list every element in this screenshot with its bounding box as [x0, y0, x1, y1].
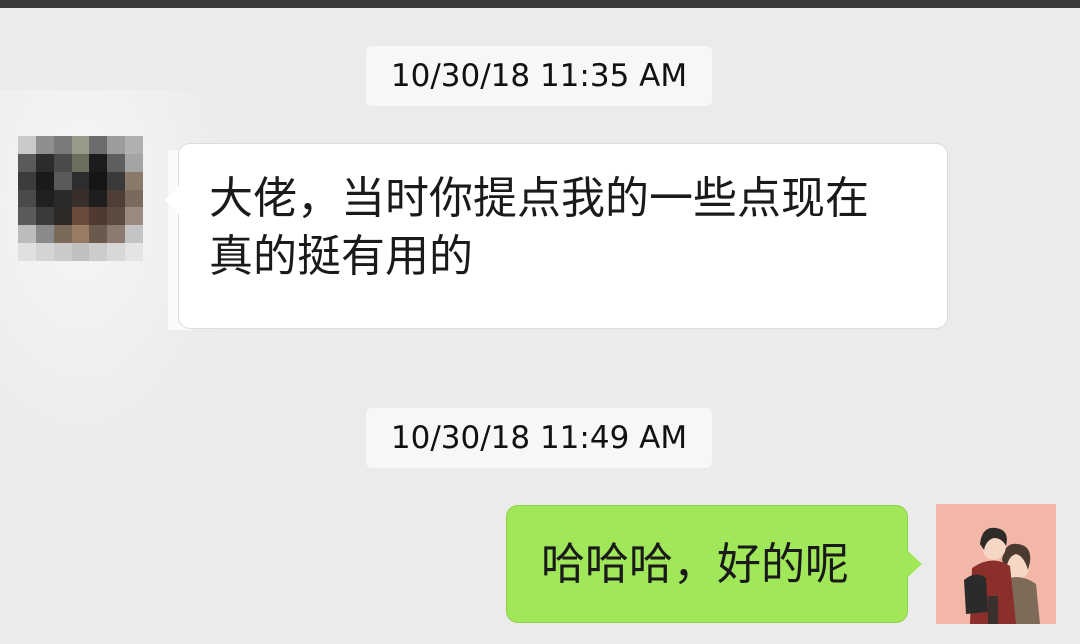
- avatar[interactable]: [936, 504, 1056, 624]
- pixel-block: [89, 153, 108, 172]
- pixel-block: [71, 189, 90, 208]
- pixel-block: [18, 153, 36, 172]
- cartoon-couple-avatar-image: [936, 504, 1056, 624]
- pixel-block: [53, 136, 72, 154]
- pixel-block: [89, 189, 108, 208]
- pixel-block: [89, 136, 108, 154]
- pixel-block: [53, 171, 72, 190]
- pixel-block: [125, 243, 143, 261]
- pixel-block: [35, 171, 54, 190]
- bubble-tail: [165, 186, 179, 214]
- pixel-block: [35, 225, 54, 244]
- pixel-block: [53, 189, 72, 208]
- pixel-block: [35, 207, 54, 226]
- pixel-block: [71, 153, 90, 172]
- message-text-line: 大佬，当时你提点我的一些点现在: [209, 173, 869, 224]
- pixel-block: [89, 207, 108, 226]
- pixel-block: [125, 189, 143, 208]
- pixel-block: [35, 153, 54, 172]
- pixel-block: [125, 207, 143, 226]
- pixel-block: [125, 171, 143, 190]
- pixel-block: [35, 136, 54, 154]
- pixel-block: [125, 136, 143, 154]
- message-text-line: 哈哈哈，好的呢: [541, 539, 849, 590]
- pixel-block: [107, 153, 126, 172]
- pixel-block: [18, 171, 36, 190]
- pixel-block: [71, 136, 90, 154]
- pixel-block: [35, 243, 54, 261]
- pixel-block: [107, 207, 126, 226]
- pixel-block: [89, 225, 108, 244]
- avatar[interactable]: [18, 136, 143, 261]
- outgoing-message-bubble[interactable]: 哈哈哈，好的呢: [506, 505, 922, 623]
- pixel-block: [53, 225, 72, 244]
- pixel-block: [107, 171, 126, 190]
- pixel-block: [107, 243, 126, 261]
- pixel-block: [35, 189, 54, 208]
- pixel-block: [125, 153, 143, 172]
- pixel-block: [71, 225, 90, 244]
- status-bar: [0, 0, 1080, 8]
- pixelated-avatar-image: [18, 136, 143, 261]
- pixel-block: [107, 189, 126, 208]
- pixel-block: [18, 225, 36, 244]
- pixel-block: [18, 189, 36, 208]
- message-timestamp: 10/30/18 11:35 AM: [366, 46, 712, 106]
- pixel-block: [53, 243, 72, 261]
- message-timestamp: 10/30/18 11:49 AM: [366, 408, 712, 468]
- pixel-block: [71, 243, 90, 261]
- pixel-block: [89, 243, 108, 261]
- message-text-line: 真的挺有用的: [209, 231, 473, 282]
- pixel-block: [107, 225, 126, 244]
- incoming-message-bubble[interactable]: 大佬，当时你提点我的一些点现在 真的挺有用的: [165, 143, 948, 329]
- pixel-block: [71, 171, 90, 190]
- pixel-block: [71, 207, 90, 226]
- pixel-block: [89, 171, 108, 190]
- pixel-block: [18, 243, 36, 261]
- pixel-block: [18, 136, 36, 154]
- pixel-block: [18, 207, 36, 226]
- bubble-tail: [907, 550, 922, 578]
- pixel-block: [125, 225, 143, 244]
- pixel-block: [53, 207, 72, 226]
- pixel-block: [107, 136, 126, 154]
- pixel-block: [53, 153, 72, 172]
